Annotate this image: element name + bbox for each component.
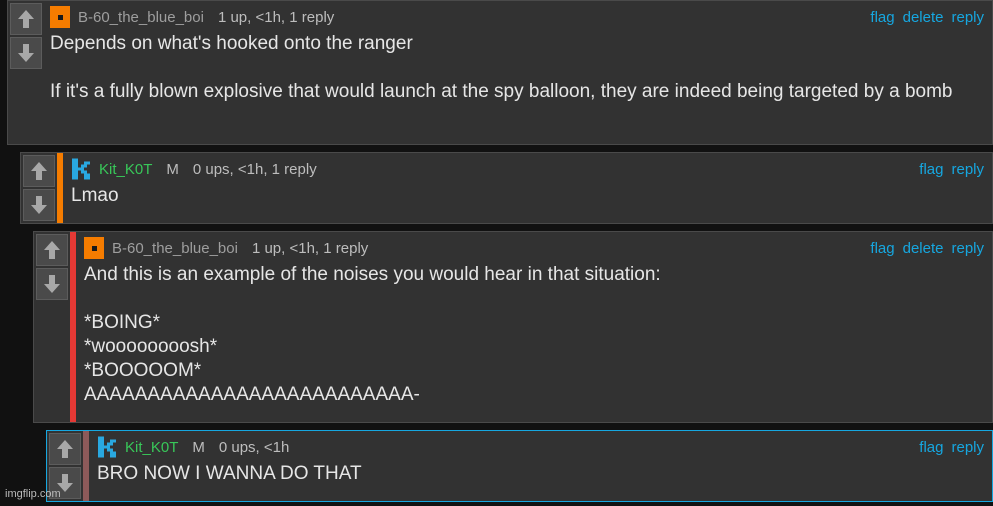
pixel-k-avatar[interactable] bbox=[71, 158, 91, 180]
comment-actions: flag reply bbox=[919, 439, 984, 456]
flag-link[interactable]: flag bbox=[870, 240, 894, 257]
vote-column bbox=[8, 1, 44, 144]
reply-link[interactable]: reply bbox=[951, 161, 984, 178]
comment-text: Depends on what's hooked onto the ranger… bbox=[50, 32, 984, 104]
comment-body: Kit_K0T M 0 ups, <1h, 1 reply flag reply… bbox=[57, 153, 992, 223]
comment-paragraph: If it's a fully blown explosive that wou… bbox=[50, 81, 953, 102]
comment-4: Kit_K0T M 0 ups, <1h flag reply BRO NOW … bbox=[46, 430, 993, 502]
username-link[interactable]: B-60_the_blue_boi bbox=[112, 240, 238, 257]
comment-meta: 1 up, <1h, 1 reply bbox=[217, 8, 335, 26]
comment-actions: flag reply bbox=[919, 161, 984, 178]
downvote-button[interactable] bbox=[23, 189, 55, 221]
comment-1: B-60_the_blue_boi 1 up, <1h, 1 reply fla… bbox=[7, 0, 993, 145]
reply-link[interactable]: reply bbox=[951, 439, 984, 456]
comment-paragraph: Depends on what's hooked onto the ranger bbox=[50, 33, 413, 54]
comment-paragraph: Lmao bbox=[71, 185, 119, 206]
comment-body: B-60_the_blue_boi 1 up, <1h, 1 reply fla… bbox=[44, 1, 992, 144]
username-link[interactable]: B-60_the_blue_boi bbox=[78, 9, 204, 26]
arrow-down-icon bbox=[18, 44, 34, 62]
arrow-down-icon bbox=[31, 196, 47, 214]
comment-3: B-60_the_blue_boi 1 up, <1h, 1 reply fla… bbox=[33, 231, 993, 423]
reply-link[interactable]: reply bbox=[951, 9, 984, 26]
pixel-k-avatar[interactable] bbox=[97, 436, 117, 458]
reply-link[interactable]: reply bbox=[951, 240, 984, 257]
comment-paragraph: And this is an example of the noises you… bbox=[84, 264, 661, 285]
comment-paragraph: BRO NOW I WANNA DO THAT bbox=[97, 463, 362, 484]
imgflip-watermark: imgflip.com bbox=[5, 488, 61, 500]
k-letter-icon bbox=[72, 158, 90, 180]
username-link[interactable]: Kit_K0T bbox=[99, 161, 152, 178]
comment-meta: 1 up, <1h, 1 reply bbox=[251, 239, 369, 257]
k-letter-icon bbox=[98, 436, 116, 458]
comment-header: Kit_K0T M 0 ups, <1h flag reply bbox=[97, 436, 984, 458]
upvote-button[interactable] bbox=[49, 433, 81, 465]
comment-header: B-60_the_blue_boi 1 up, <1h, 1 reply fla… bbox=[50, 6, 984, 28]
username-link[interactable]: Kit_K0T bbox=[125, 439, 178, 456]
flag-link[interactable]: flag bbox=[919, 439, 943, 456]
vote-column bbox=[21, 153, 57, 223]
mod-badge: M bbox=[192, 438, 205, 456]
downvote-button[interactable] bbox=[36, 268, 68, 300]
upvote-button[interactable] bbox=[10, 3, 42, 35]
delete-link[interactable]: delete bbox=[903, 240, 944, 257]
comment-meta: 0 ups, <1h bbox=[218, 438, 290, 456]
downvote-button[interactable] bbox=[10, 37, 42, 69]
orange-square-avatar[interactable] bbox=[50, 6, 70, 28]
arrow-down-icon bbox=[44, 275, 60, 293]
flag-link[interactable]: flag bbox=[919, 161, 943, 178]
arrow-up-icon bbox=[31, 162, 47, 180]
arrow-up-icon bbox=[18, 10, 34, 28]
comment-actions: flag delete reply bbox=[870, 9, 984, 26]
comment-text: And this is an example of the noises you… bbox=[84, 263, 984, 407]
comment-header: B-60_the_blue_boi 1 up, <1h, 1 reply fla… bbox=[84, 237, 984, 259]
vote-column bbox=[34, 232, 70, 422]
upvote-button[interactable] bbox=[23, 155, 55, 187]
flag-link[interactable]: flag bbox=[870, 9, 894, 26]
upvote-button[interactable] bbox=[36, 234, 68, 266]
comment-text: BRO NOW I WANNA DO THAT bbox=[97, 462, 984, 486]
comment-meta: 0 ups, <1h, 1 reply bbox=[192, 160, 317, 178]
comment-2: Kit_K0T M 0 ups, <1h, 1 reply flag reply… bbox=[20, 152, 993, 224]
orange-square-avatar[interactable] bbox=[84, 237, 104, 259]
comment-body: B-60_the_blue_boi 1 up, <1h, 1 reply fla… bbox=[70, 232, 992, 422]
comment-text: Lmao bbox=[71, 184, 984, 208]
arrow-up-icon bbox=[57, 440, 73, 458]
arrow-up-icon bbox=[44, 241, 60, 259]
comment-header: Kit_K0T M 0 ups, <1h, 1 reply flag reply bbox=[71, 158, 984, 180]
comment-actions: flag delete reply bbox=[870, 240, 984, 257]
delete-link[interactable]: delete bbox=[903, 9, 944, 26]
mod-badge: M bbox=[166, 160, 179, 178]
comment-paragraph: *BOING* *woooooooosh* *BOOOOOM* AAAAAAAA… bbox=[84, 312, 420, 405]
comment-body: Kit_K0T M 0 ups, <1h flag reply BRO NOW … bbox=[83, 431, 992, 501]
